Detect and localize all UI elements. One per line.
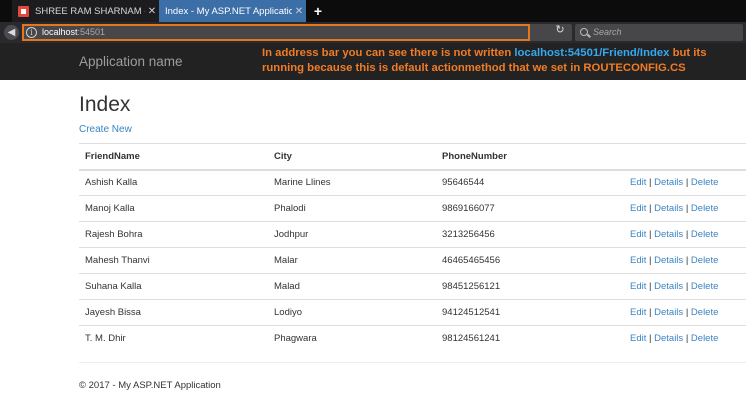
row-actions: Edit | Details | Delete bbox=[630, 325, 746, 352]
delete-link[interactable]: Delete bbox=[691, 177, 718, 188]
cell-phonenumber: 98124561241 bbox=[436, 325, 630, 352]
tab-title: Index - My ASP.NET Application bbox=[165, 5, 292, 17]
table-row: T. M. Dhir Phagwara 98124561241 Edit | Deta… bbox=[79, 325, 746, 352]
annotation-text: In address bar you can see there is not … bbox=[262, 47, 707, 74]
cell-city: Phagwara bbox=[268, 325, 436, 352]
annotation-url: localhost:54501/Friend/Index bbox=[514, 47, 670, 59]
footer-text: © 2017 - My ASP.NET Application bbox=[79, 380, 221, 391]
details-link[interactable]: Details bbox=[654, 281, 683, 292]
header-city: City bbox=[268, 143, 436, 171]
create-new-link[interactable]: Create New bbox=[79, 124, 132, 135]
action-separator: | bbox=[685, 281, 689, 292]
cell-phonenumber: 3213256456 bbox=[436, 221, 630, 248]
delete-link[interactable]: Delete bbox=[691, 333, 718, 344]
edit-link[interactable]: Edit bbox=[630, 229, 646, 240]
action-separator: | bbox=[685, 229, 689, 240]
cell-phonenumber: 98451256121 bbox=[436, 273, 630, 300]
brand-link[interactable]: Application name bbox=[79, 54, 183, 69]
page-title: Index bbox=[79, 93, 131, 116]
address-highlight-box bbox=[22, 24, 530, 41]
action-separator: | bbox=[685, 255, 689, 266]
cell-city: Marine Llines bbox=[268, 169, 436, 196]
action-separator: | bbox=[649, 333, 652, 344]
cell-phonenumber: 95646544 bbox=[436, 169, 630, 196]
action-separator: | bbox=[685, 307, 689, 318]
row-actions: Edit | Details | Delete bbox=[630, 195, 746, 222]
delete-link[interactable]: Delete bbox=[691, 203, 718, 214]
table-row: Jayesh Bissa Lodiyo 94124512541 Edit | Deta… bbox=[79, 299, 746, 326]
footer-divider bbox=[79, 362, 746, 363]
row-actions: Edit | Details | Delete bbox=[630, 169, 746, 196]
cell-phonenumber: 46465465456 bbox=[436, 247, 630, 274]
action-separator: | bbox=[649, 229, 652, 240]
browser-tab-index[interactable]: Index - My ASP.NET Application ✕ bbox=[159, 0, 306, 22]
header-actions bbox=[630, 143, 746, 171]
site-favicon-icon bbox=[18, 5, 29, 17]
action-separator: | bbox=[649, 255, 652, 266]
delete-link[interactable]: Delete bbox=[691, 229, 718, 240]
row-actions: Edit | Details | Delete bbox=[630, 247, 746, 274]
cell-phonenumber: 94124512541 bbox=[436, 299, 630, 326]
cell-friendname: Manoj Kalla bbox=[79, 195, 268, 222]
action-separator: | bbox=[685, 333, 689, 344]
cell-city: Lodiyo bbox=[268, 299, 436, 326]
row-actions: Edit | Details | Delete bbox=[630, 221, 746, 248]
cell-friendname: Rajesh Bohra bbox=[79, 221, 268, 248]
details-link[interactable]: Details bbox=[654, 203, 683, 214]
search-input[interactable]: Search bbox=[575, 24, 743, 41]
delete-link[interactable]: Delete bbox=[691, 255, 718, 266]
cell-city: Malar bbox=[268, 247, 436, 274]
browser-tab-shree-ram[interactable]: SHREE RAM SHARNAM - Inte ✕ bbox=[12, 0, 159, 22]
header-friendname: FriendName bbox=[79, 143, 268, 171]
search-placeholder: Search bbox=[593, 27, 622, 37]
edit-link[interactable]: Edit bbox=[630, 177, 646, 188]
cell-city: Malad bbox=[268, 273, 436, 300]
cell-friendname: T. M. Dhir bbox=[79, 325, 268, 352]
details-link[interactable]: Details bbox=[654, 307, 683, 318]
table-row: Ashish Kalla Marine Llines 95646544 Edit | … bbox=[79, 169, 746, 196]
action-separator: | bbox=[649, 177, 652, 189]
close-icon[interactable]: ✕ bbox=[292, 6, 306, 17]
edit-link[interactable]: Edit bbox=[630, 255, 646, 266]
header-phonenumber: PhoneNumber bbox=[436, 143, 630, 171]
edit-link[interactable]: Edit bbox=[630, 307, 646, 318]
friends-table: FriendName City PhoneNumber Ashish Kalla… bbox=[79, 143, 746, 352]
cell-friendname: Suhana Kalla bbox=[79, 273, 268, 300]
cell-phonenumber: 9869166077 bbox=[436, 195, 630, 222]
row-actions: Edit | Details | Delete bbox=[630, 299, 746, 326]
table-row: Rajesh Bohra Jodhpur 3213256456 Edit | Deta… bbox=[79, 221, 746, 248]
details-link[interactable]: Details bbox=[654, 255, 683, 266]
table-row: Manoj Kalla Phalodi 9869166077 Edit | Detai… bbox=[79, 195, 746, 222]
cell-friendname: Ashish Kalla bbox=[79, 169, 268, 196]
cell-city: Jodhpur bbox=[268, 221, 436, 248]
action-separator: | bbox=[685, 203, 689, 214]
app-navbar: Application name In address bar you can … bbox=[0, 43, 746, 80]
search-icon bbox=[580, 28, 588, 36]
reload-icon[interactable]: ↻ bbox=[553, 24, 567, 37]
table-header-row: FriendName City PhoneNumber bbox=[79, 143, 746, 171]
action-separator: | bbox=[649, 307, 652, 318]
action-separator: | bbox=[685, 177, 689, 189]
browser-tab-strip: SHREE RAM SHARNAM - Inte ✕ Index - My AS… bbox=[0, 0, 746, 22]
edit-link[interactable]: Edit bbox=[630, 203, 646, 214]
delete-link[interactable]: Delete bbox=[691, 281, 718, 292]
details-link[interactable]: Details bbox=[654, 177, 683, 188]
edit-link[interactable]: Edit bbox=[630, 333, 646, 344]
row-actions: Edit | Details | Delete bbox=[630, 273, 746, 300]
tab-title: SHREE RAM SHARNAM - Inte bbox=[35, 5, 145, 17]
action-separator: | bbox=[649, 281, 652, 292]
back-arrow-icon[interactable]: ◀ bbox=[4, 25, 19, 40]
close-icon[interactable]: ✕ bbox=[145, 6, 159, 17]
details-link[interactable]: Details bbox=[654, 333, 683, 344]
cell-friendname: Jayesh Bissa bbox=[79, 299, 268, 326]
details-link[interactable]: Details bbox=[654, 229, 683, 240]
table-row: Suhana Kalla Malad 98451256121 Edit | Detai… bbox=[79, 273, 746, 300]
delete-link[interactable]: Delete bbox=[691, 307, 718, 318]
new-tab-button[interactable]: + bbox=[310, 1, 326, 21]
table-row: Mahesh Thanvi Malar 46465465456 Edit | Deta… bbox=[79, 247, 746, 274]
cell-city: Phalodi bbox=[268, 195, 436, 222]
edit-link[interactable]: Edit bbox=[630, 281, 646, 292]
action-separator: | bbox=[649, 203, 652, 214]
cell-friendname: Mahesh Thanvi bbox=[79, 247, 268, 274]
